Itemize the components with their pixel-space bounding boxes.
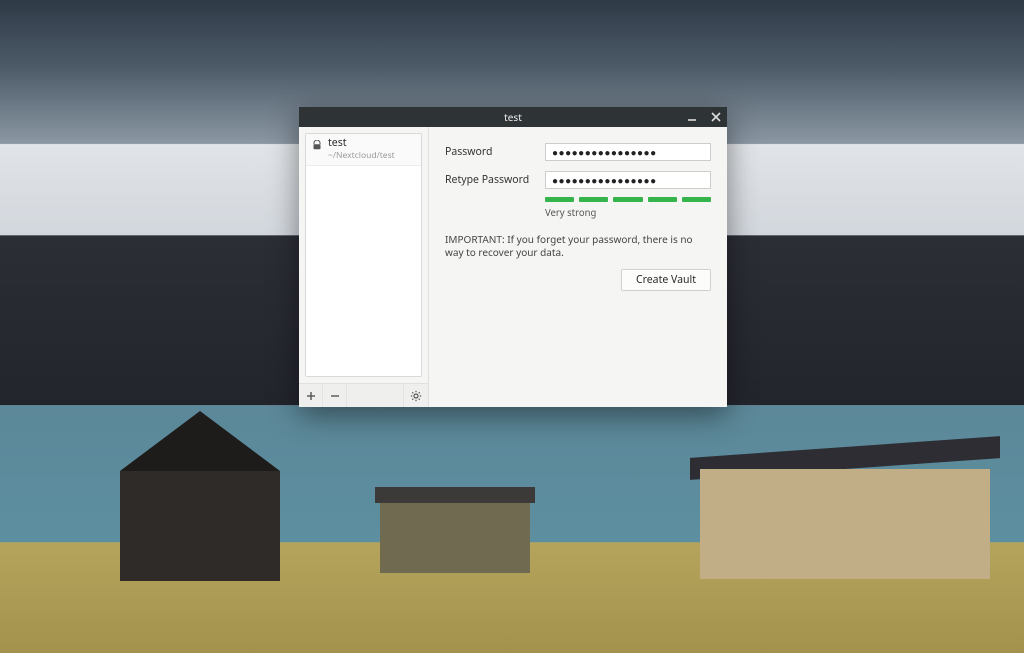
close-button[interactable] [709, 110, 723, 124]
vault-list-item[interactable]: test ~/Nextcloud/test [306, 134, 421, 166]
create-vault-button[interactable]: Create Vault [621, 269, 711, 291]
sidebar-toolbar [299, 383, 428, 407]
retype-password-input[interactable] [545, 171, 711, 189]
lock-icon [312, 140, 322, 150]
gear-icon [410, 390, 422, 402]
wallpaper-decor [120, 471, 280, 581]
toolbar-spacer [347, 384, 404, 407]
app-window: test test [299, 107, 727, 407]
vault-path: ~/Nextcloud/test [328, 150, 395, 161]
wallpaper-decor [380, 503, 530, 573]
add-vault-button[interactable] [299, 384, 323, 407]
password-label: Password [445, 145, 545, 159]
strength-bar [579, 197, 608, 202]
password-strength-label: Very strong [545, 206, 711, 219]
settings-button[interactable] [404, 384, 428, 407]
window-title: test [299, 110, 727, 124]
strength-bar [545, 197, 574, 202]
wallpaper-decor [700, 469, 990, 579]
window-controls [685, 107, 723, 127]
main-panel: Password Retype Password Very strong IMP… [429, 127, 727, 407]
desktop-wallpaper: test test [0, 0, 1024, 653]
minimize-button[interactable] [685, 110, 699, 124]
password-warning-text: IMPORTANT: If you forget your password, … [445, 233, 711, 259]
password-strength-meter [545, 197, 711, 202]
retype-password-label: Retype Password [445, 173, 545, 187]
vault-item-text: test ~/Nextcloud/test [328, 138, 395, 161]
titlebar[interactable]: test [299, 107, 727, 127]
password-input[interactable] [545, 143, 711, 161]
vault-name: test [328, 138, 395, 150]
strength-bar [613, 197, 642, 202]
remove-vault-button[interactable] [323, 384, 347, 407]
sidebar: test ~/Nextcloud/test [299, 127, 429, 407]
strength-bar [682, 197, 711, 202]
strength-bar [648, 197, 677, 202]
vault-list[interactable]: test ~/Nextcloud/test [305, 133, 422, 377]
